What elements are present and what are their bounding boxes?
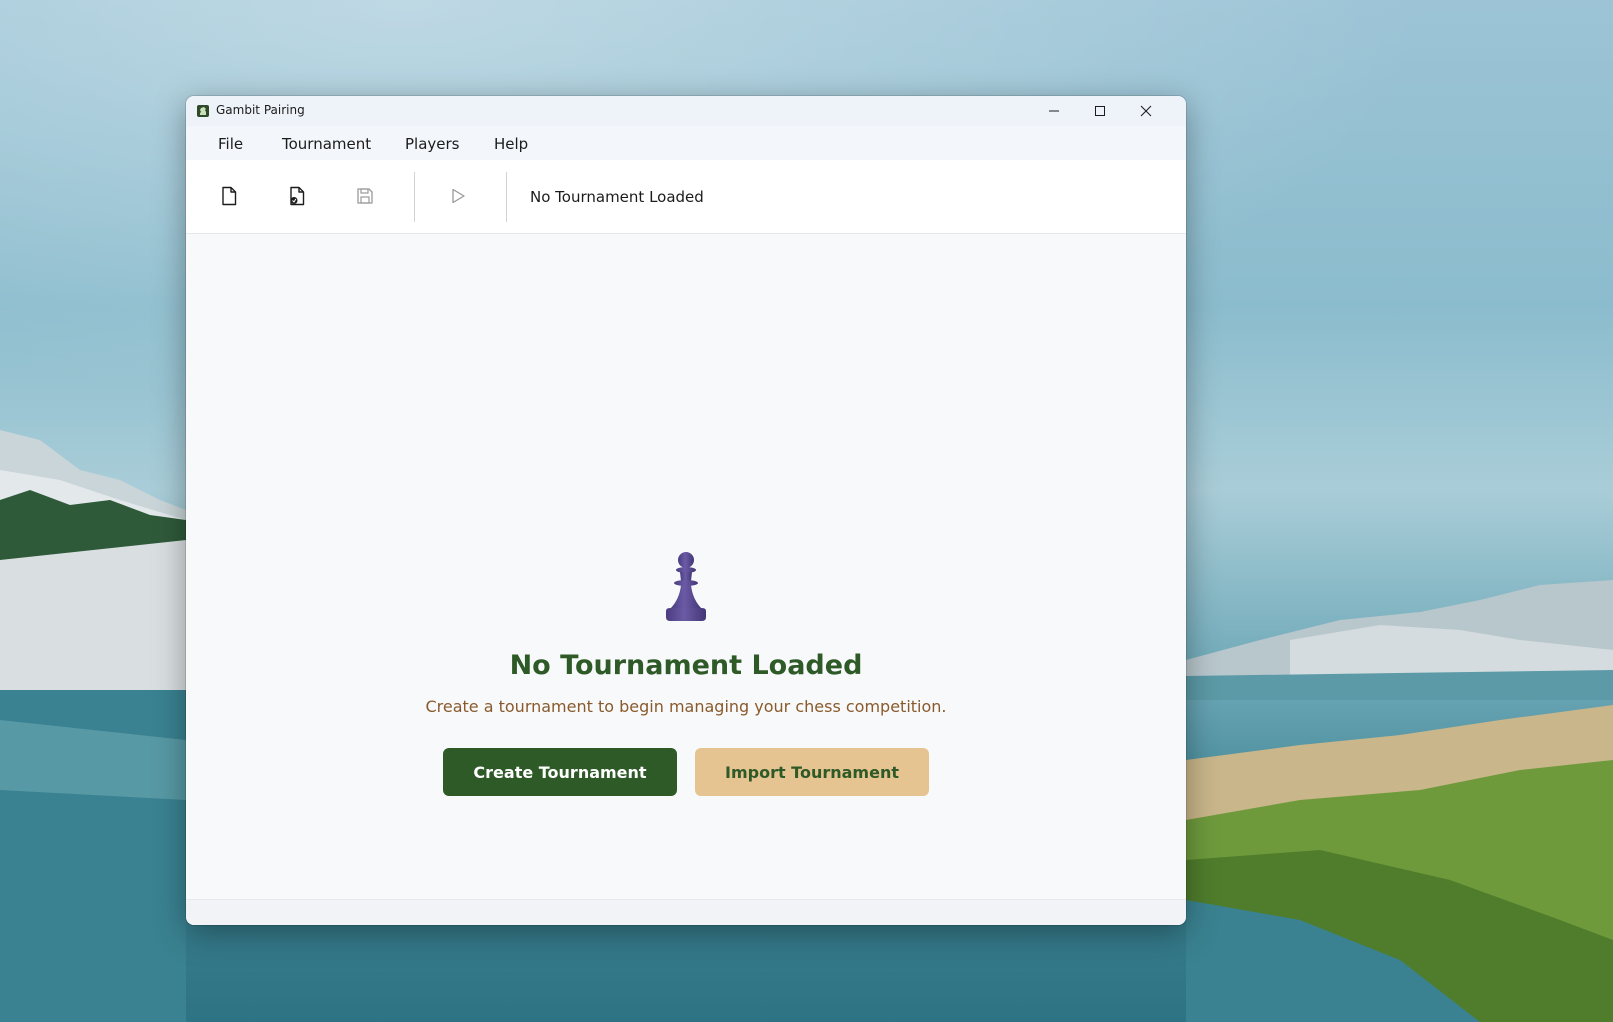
close-button[interactable] xyxy=(1123,96,1169,126)
main-content: No Tournament Loaded Create a tournament… xyxy=(186,234,1186,899)
open-tournament-button[interactable] xyxy=(281,180,313,212)
window-title: Gambit Pairing xyxy=(216,103,305,117)
save-icon xyxy=(357,188,373,204)
close-icon xyxy=(1140,105,1152,117)
app-window: Gambit Pairing File Tournament Players H… xyxy=(186,96,1186,925)
toolbar-separator xyxy=(414,172,415,222)
save-tournament-button[interactable] xyxy=(349,180,381,212)
start-round-button[interactable] xyxy=(442,180,474,212)
maximize-icon xyxy=(1095,106,1105,116)
empty-state-title: No Tournament Loaded xyxy=(509,650,863,681)
minimize-icon xyxy=(1049,110,1059,112)
minimize-button[interactable] xyxy=(1031,96,1077,126)
menu-tournament[interactable]: Tournament xyxy=(282,135,371,153)
menu-players[interactable]: Players xyxy=(405,135,460,153)
title-bar[interactable]: Gambit Pairing xyxy=(186,96,1186,126)
status-bar xyxy=(186,899,1186,925)
menu-help[interactable]: Help xyxy=(494,135,528,153)
app-logo-icon xyxy=(197,105,209,117)
create-tournament-button[interactable]: Create Tournament xyxy=(443,748,677,796)
toolbar-separator xyxy=(506,172,507,222)
toolbar: No Tournament Loaded xyxy=(186,160,1186,234)
new-tournament-button[interactable] xyxy=(213,180,245,212)
import-tournament-button[interactable]: Import Tournament xyxy=(695,748,929,796)
chess-pawn-icon xyxy=(666,552,706,621)
new-file-icon xyxy=(222,186,237,206)
toolbar-tournament-status: No Tournament Loaded xyxy=(530,188,704,206)
empty-state-subtitle: Create a tournament to begin managing yo… xyxy=(425,697,947,716)
maximize-button[interactable] xyxy=(1077,96,1123,126)
menu-bar: File Tournament Players Help xyxy=(186,126,1186,160)
play-icon xyxy=(452,188,465,204)
menu-file[interactable]: File xyxy=(218,135,243,153)
open-file-icon xyxy=(290,186,305,206)
